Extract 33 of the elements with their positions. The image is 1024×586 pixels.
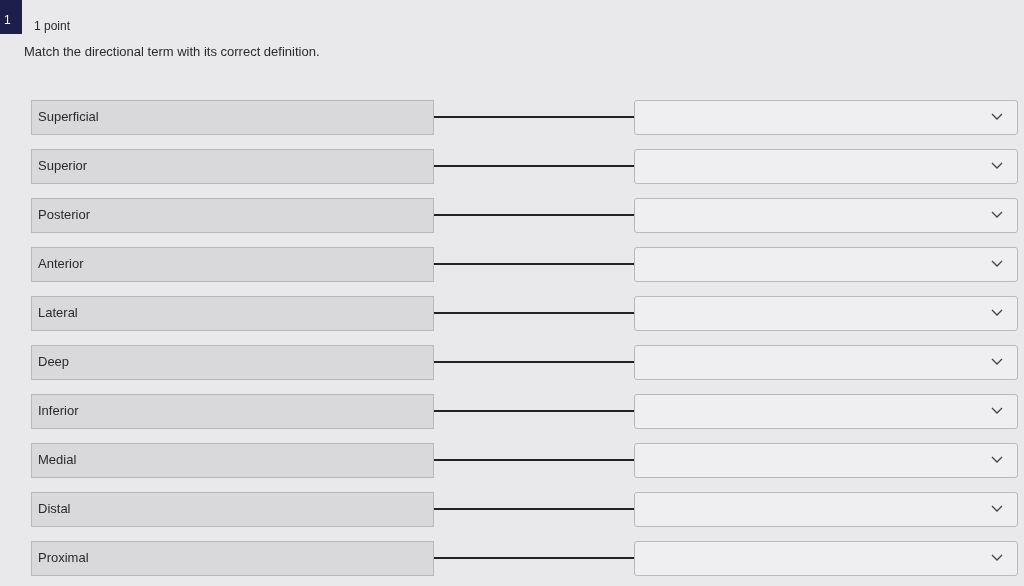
term-card: Superior: [31, 148, 434, 184]
chevron-down-icon: [991, 505, 1003, 513]
definition-dropdown[interactable]: [634, 344, 1018, 380]
question-number: 1: [0, 0, 22, 34]
term-card: Superficial: [31, 99, 434, 135]
term-card: Inferior: [31, 393, 434, 429]
points-label: 1 point: [34, 18, 72, 34]
definition-dropdown[interactable]: [634, 491, 1018, 527]
term-card: Lateral: [31, 295, 434, 331]
question-prompt: Match the directional term with its correct definition.: [24, 43, 320, 61]
term-card: Anterior: [31, 246, 434, 282]
definition-dropdown[interactable]: [634, 442, 1018, 478]
definition-dropdown[interactable]: [634, 246, 1018, 282]
chevron-down-icon: [991, 554, 1003, 562]
definition-dropdown[interactable]: [634, 295, 1018, 331]
chevron-down-icon: [991, 211, 1003, 219]
chevron-down-icon: [991, 358, 1003, 366]
chevron-down-icon: [991, 309, 1003, 317]
term-card: Deep: [31, 344, 434, 380]
term-card: Distal: [31, 491, 434, 527]
chevron-down-icon: [991, 456, 1003, 464]
chevron-down-icon: [991, 260, 1003, 268]
definition-dropdown[interactable]: [634, 393, 1018, 429]
term-card: Proximal: [31, 540, 434, 576]
term-card: Medial: [31, 442, 434, 478]
chevron-down-icon: [991, 162, 1003, 170]
definition-dropdown[interactable]: [634, 148, 1018, 184]
term-card: Posterior: [31, 197, 434, 233]
definition-dropdown[interactable]: [634, 99, 1018, 135]
definition-dropdown[interactable]: [634, 540, 1018, 576]
definition-dropdown[interactable]: [634, 197, 1018, 233]
chevron-down-icon: [991, 113, 1003, 121]
chevron-down-icon: [991, 407, 1003, 415]
